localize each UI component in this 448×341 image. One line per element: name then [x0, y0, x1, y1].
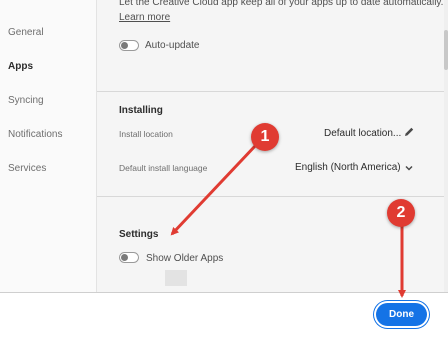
section-divider — [97, 196, 448, 197]
placeholder-box — [165, 270, 187, 286]
sidebar-item-syncing[interactable]: Syncing — [8, 95, 44, 106]
show-older-apps-label: Show Older Apps — [146, 253, 224, 264]
scrollbar-thumb[interactable] — [444, 30, 448, 70]
section-divider — [97, 91, 448, 92]
default-language-select[interactable]: English (North America) — [295, 162, 401, 173]
autoupdate-toggle[interactable] — [119, 40, 139, 51]
settings-heading: Settings — [119, 229, 159, 240]
sidebar-item-notifications[interactable]: Notifications — [8, 129, 62, 140]
sidebar-item-apps[interactable]: Apps — [8, 61, 33, 72]
install-location-value[interactable]: Default location... — [324, 128, 401, 139]
installing-heading: Installing — [119, 105, 163, 116]
sidebar: General Apps Syncing Notifications Servi… — [0, 0, 97, 292]
toggle-knob — [121, 42, 128, 49]
annotation-badge-1: 1 — [251, 123, 279, 151]
scrollbar[interactable] — [444, 0, 448, 292]
learn-more-link[interactable]: Learn more — [119, 12, 170, 23]
install-location-label: Install location — [119, 129, 173, 139]
autoupdate-label: Auto-update — [145, 40, 200, 51]
sidebar-item-general[interactable]: General — [8, 27, 44, 38]
show-older-apps-toggle[interactable] — [119, 252, 139, 263]
autoupdate-description: Let the Creative Cloud app keep all of y… — [119, 0, 444, 8]
sidebar-item-services[interactable]: Services — [8, 163, 46, 174]
toggle-knob — [121, 254, 128, 261]
chevron-down-icon[interactable] — [404, 163, 414, 173]
pencil-icon[interactable] — [403, 126, 415, 138]
annotation-badge-2: 2 — [387, 199, 415, 227]
default-language-label: Default install language — [119, 163, 208, 173]
done-button[interactable]: Done — [376, 303, 427, 326]
